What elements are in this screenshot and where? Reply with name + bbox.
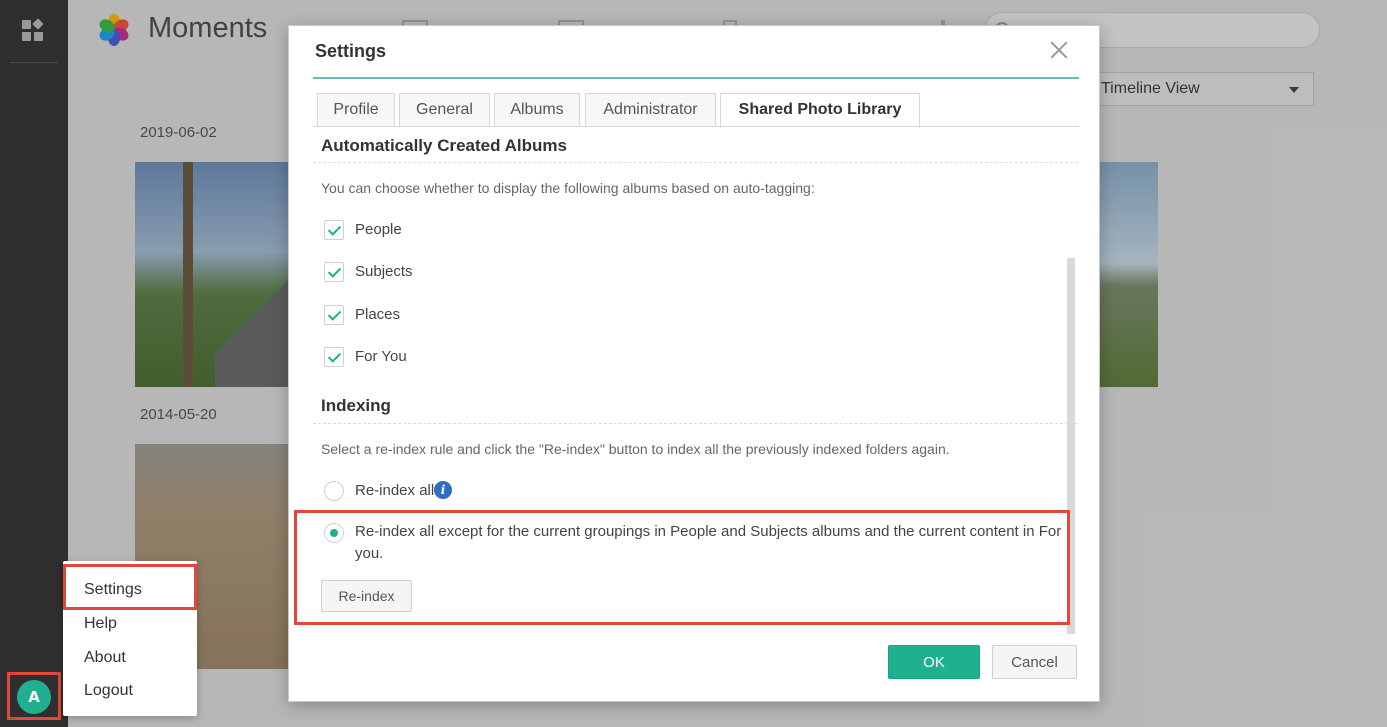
places-checkbox[interactable]	[324, 305, 344, 325]
close-icon[interactable]	[1047, 38, 1071, 62]
indexing-description: Select a re-index rule and click the "Re…	[321, 441, 950, 457]
places-label: Places	[355, 306, 401, 323]
people-label: People	[355, 221, 402, 238]
for-you-checkbox[interactable]	[324, 347, 344, 367]
people-checkbox[interactable]	[324, 220, 344, 240]
indexing-heading: Indexing	[321, 396, 391, 415]
settings-dialog: Settings Profile General Albums Administ…	[288, 25, 1100, 702]
menu-item-about[interactable]: About	[84, 649, 126, 667]
dialog-title: Settings	[315, 41, 387, 61]
ok-button[interactable]: OK	[888, 645, 980, 679]
subjects-label: Subjects	[355, 263, 413, 280]
tab-shared-photo-library[interactable]: Shared Photo Library	[720, 93, 920, 128]
section-divider	[313, 423, 1078, 424]
subjects-checkbox[interactable]	[324, 262, 344, 282]
auto-albums-description: You can choose whether to display the fo…	[321, 180, 815, 196]
section-divider	[313, 162, 1078, 163]
menu-item-settings[interactable]: Settings	[84, 581, 142, 599]
for-you-label: For You	[355, 348, 407, 365]
tab-administrator[interactable]: Administrator	[585, 93, 716, 127]
info-icon[interactable]: i	[434, 481, 452, 499]
tab-profile[interactable]: Profile	[317, 93, 395, 127]
tab-divider	[313, 126, 1079, 127]
tab-albums[interactable]: Albums	[494, 93, 580, 127]
cancel-button[interactable]: Cancel	[992, 645, 1077, 679]
menu-item-help[interactable]: Help	[84, 615, 117, 633]
reindex-except-radio[interactable]	[324, 523, 344, 543]
left-rail: A	[0, 0, 68, 727]
reindex-button[interactable]: Re-index	[321, 580, 412, 612]
title-divider	[313, 77, 1079, 79]
main-menu-icon[interactable]	[22, 18, 44, 42]
user-menu: Settings Help About Logout	[63, 561, 197, 716]
rail-divider	[10, 62, 58, 63]
reindex-except-label: Re-index all except for the current grou…	[355, 523, 1062, 562]
reindex-all-label: Re-index all	[355, 482, 435, 499]
auto-albums-heading: Automatically Created Albums	[321, 136, 567, 155]
menu-item-logout[interactable]: Logout	[84, 682, 133, 700]
tab-general[interactable]: General	[399, 93, 490, 127]
avatar[interactable]: A	[17, 680, 51, 714]
avatar-highlight: A	[7, 672, 61, 720]
reindex-all-radio[interactable]	[324, 481, 344, 501]
